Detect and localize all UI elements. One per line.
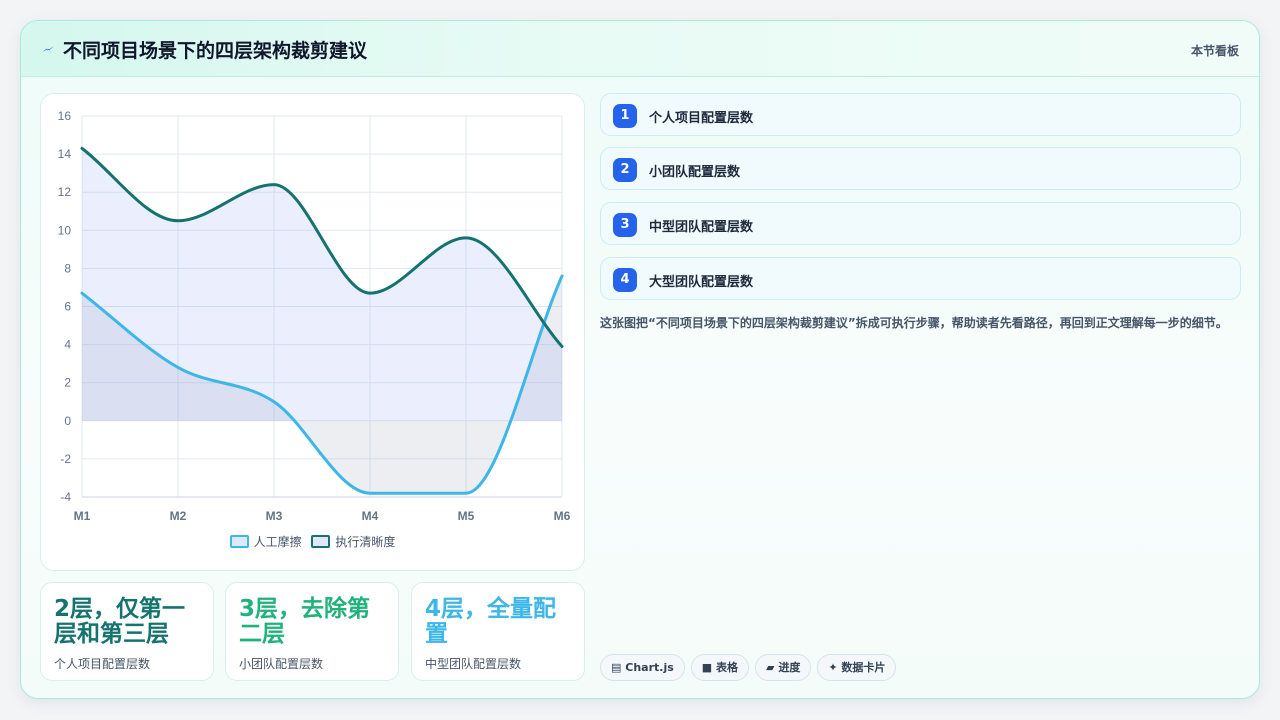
y-tick-label: 8 bbox=[64, 261, 71, 275]
chart-panel: 16 14 12 10 8 6 4 2 0 -2 -4 M1 M2 M3 M4 M5 M6 人工摩擦 执行清晰度 bbox=[40, 93, 585, 571]
legend-item-friction[interactable]: 人工摩擦 bbox=[229, 533, 302, 550]
step-item-3[interactable]: 3 中型团队配置层数 bbox=[600, 202, 1241, 245]
legend-swatch bbox=[311, 535, 331, 548]
chip-table[interactable]: ■ 表格 bbox=[690, 654, 750, 681]
card-header: 不同项目场景下的四层架构裁剪建议 本节看板 bbox=[21, 21, 1259, 77]
y-tick-label: -4 bbox=[60, 490, 71, 504]
stat-label: 个人项目配置层数 bbox=[54, 657, 151, 671]
x-tick-label: M6 bbox=[554, 509, 571, 523]
legend-swatch bbox=[229, 535, 249, 548]
series-area bbox=[82, 148, 562, 421]
chip-label: Chart.js bbox=[625, 661, 674, 674]
legend-label: 人工摩擦 bbox=[253, 535, 302, 549]
step-item-4[interactable]: 4 大型团队配置层数 bbox=[600, 257, 1241, 300]
stat-label: 小团队配置层数 bbox=[239, 657, 324, 671]
y-tick-label: 6 bbox=[64, 300, 71, 314]
step-item-2[interactable]: 2 小团队配置层数 bbox=[600, 147, 1241, 190]
chip-progress[interactable]: ▰ 进度 bbox=[755, 654, 812, 681]
y-tick-label: 10 bbox=[58, 223, 72, 237]
stat-label: 中型团队配置层数 bbox=[425, 657, 522, 671]
page-title: 不同项目场景下的四层架构裁剪建议 bbox=[63, 40, 368, 62]
x-tick-label: M2 bbox=[170, 509, 187, 523]
step-label: 中型团队配置层数 bbox=[649, 220, 754, 235]
legend-item-clarity[interactable]: 执行清晰度 bbox=[311, 533, 395, 550]
x-tick-label: M3 bbox=[266, 509, 283, 523]
y-tick-label: 12 bbox=[58, 185, 72, 199]
chart-legend: 人工摩擦 执行清晰度 bbox=[41, 533, 584, 550]
sparkle-icon: ✦ bbox=[828, 661, 838, 674]
y-tick-label: -2 bbox=[60, 452, 71, 466]
stat-value: 4层，全量配置 bbox=[425, 596, 557, 647]
step-number-badge: 4 bbox=[613, 268, 637, 292]
legend-label: 执行清晰度 bbox=[335, 535, 396, 549]
chip-label: 表格 bbox=[716, 661, 739, 674]
chip-label: 数据卡片 bbox=[841, 661, 886, 674]
section-board-label: 本节看板 bbox=[1190, 44, 1239, 58]
step-label: 小团队配置层数 bbox=[649, 165, 741, 180]
stat-card-medium-team: 4层，全量配置 中型团队配置层数 bbox=[411, 582, 585, 681]
y-tick-label: 16 bbox=[58, 109, 72, 123]
step-label: 大型团队配置层数 bbox=[649, 275, 754, 290]
lightning-icon bbox=[42, 46, 54, 52]
line-chart: 16 14 12 10 8 6 4 2 0 -2 -4M1 M2 M3 M4 M5 M6 bbox=[58, 109, 571, 523]
step-number-badge: 3 bbox=[613, 213, 637, 237]
step-number-badge: 1 bbox=[613, 104, 637, 128]
x-tick-label: M4 bbox=[362, 509, 379, 523]
y-tick-label: 2 bbox=[64, 376, 71, 390]
chip-label: 进度 bbox=[778, 661, 801, 674]
x-tick-label: M1 bbox=[74, 509, 91, 523]
stat-card-small-team: 3层，去除第二层 小团队配置层数 bbox=[225, 582, 399, 681]
progress-icon: ▰ bbox=[766, 661, 775, 674]
stat-value: 3层，去除第二层 bbox=[239, 596, 371, 647]
y-tick-label: 0 bbox=[64, 414, 71, 428]
description-text: 这张图把“不同项目场景下的四层架构裁剪建议”拆成可执行步骤，帮助读者先看路径，再… bbox=[600, 316, 1228, 330]
step-label: 个人项目配置层数 bbox=[649, 111, 754, 126]
stat-card-personal: 2层，仅第一层和第三层 个人项目配置层数 bbox=[40, 582, 214, 681]
chip-data-cards[interactable]: ✦ 数据卡片 bbox=[817, 654, 897, 681]
tag-chips: ▤ Chart.js ■ 表格 ▰ 进度 ✦ 数据卡片 bbox=[600, 654, 902, 681]
y-tick-label: 14 bbox=[58, 147, 72, 161]
dashboard-card: 不同项目场景下的四层架构裁剪建议 本节看板 16 14 12 10 8 6 4 2 0 -2 -4 M… bbox=[20, 20, 1260, 699]
chip-chartjs[interactable]: ▤ Chart.js bbox=[600, 654, 685, 681]
step-number-badge: 2 bbox=[613, 158, 637, 182]
x-tick-label: M5 bbox=[458, 509, 475, 523]
step-item-1[interactable]: 1 个人项目配置层数 bbox=[600, 93, 1241, 136]
chart-icon: ▤ bbox=[611, 661, 622, 674]
stat-value: 2层，仅第一层和第三层 bbox=[54, 596, 186, 647]
table-icon: ■ bbox=[701, 661, 713, 674]
y-tick-label: 4 bbox=[64, 338, 71, 352]
